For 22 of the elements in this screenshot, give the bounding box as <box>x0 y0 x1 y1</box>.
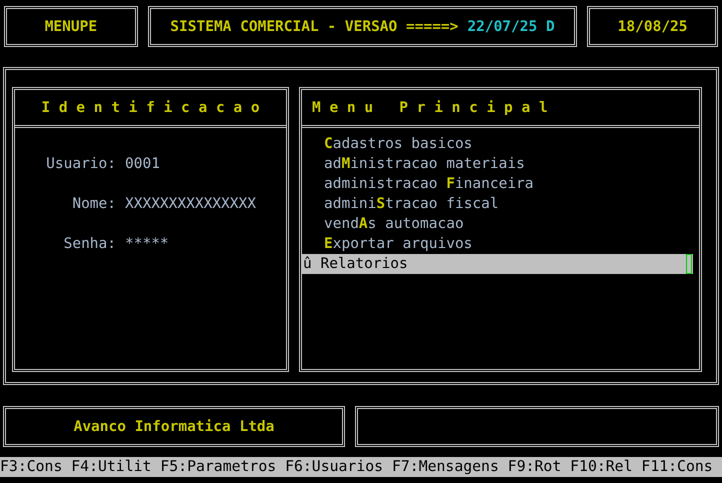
field-value: 0001 <box>125 155 161 174</box>
function-key-bar: F3:Cons F4:Utilit F5:Parametros F6:Usuarios F7:Mensagens F9:Rot F10:Rel F11:Cons <box>0 457 722 477</box>
menu-item[interactable]: Cadastros basicos <box>302 134 699 154</box>
field-label: Senha: <box>62 235 117 254</box>
version-date: 22/07/25 D <box>467 18 555 36</box>
system-title: SISTEMA COMERCIAL - VERSAO =====> <box>170 18 458 36</box>
menu-item[interactable]: administracao Financeira <box>302 174 699 194</box>
field-value: ***** <box>125 235 170 254</box>
menu-item[interactable]: adMinistracao materiais <box>302 154 699 174</box>
current-date: 18/08/25 <box>618 18 688 36</box>
menu-item[interactable]: adminiStracao fiscal <box>302 194 699 214</box>
field-value: XXXXXXXXXXXXXXX <box>125 195 257 214</box>
menu-item[interactable]: vendAs automacao <box>302 214 699 234</box>
cursor-icon <box>686 254 692 274</box>
field-label: Nome: <box>71 195 117 214</box>
menu-title: M e n u P r i n c i p a l <box>312 98 548 118</box>
program-name: MENUPE <box>44 18 98 36</box>
menu-item[interactable]: û Relatorios <box>302 254 693 274</box>
field-label: Usuario: <box>45 155 117 174</box>
menu-item[interactable]: Exportar arquivos <box>302 234 699 254</box>
identification-title: I d e n t i f i c a c a o <box>41 98 260 118</box>
company-name: Avanco Informatica Ltda <box>74 418 274 436</box>
